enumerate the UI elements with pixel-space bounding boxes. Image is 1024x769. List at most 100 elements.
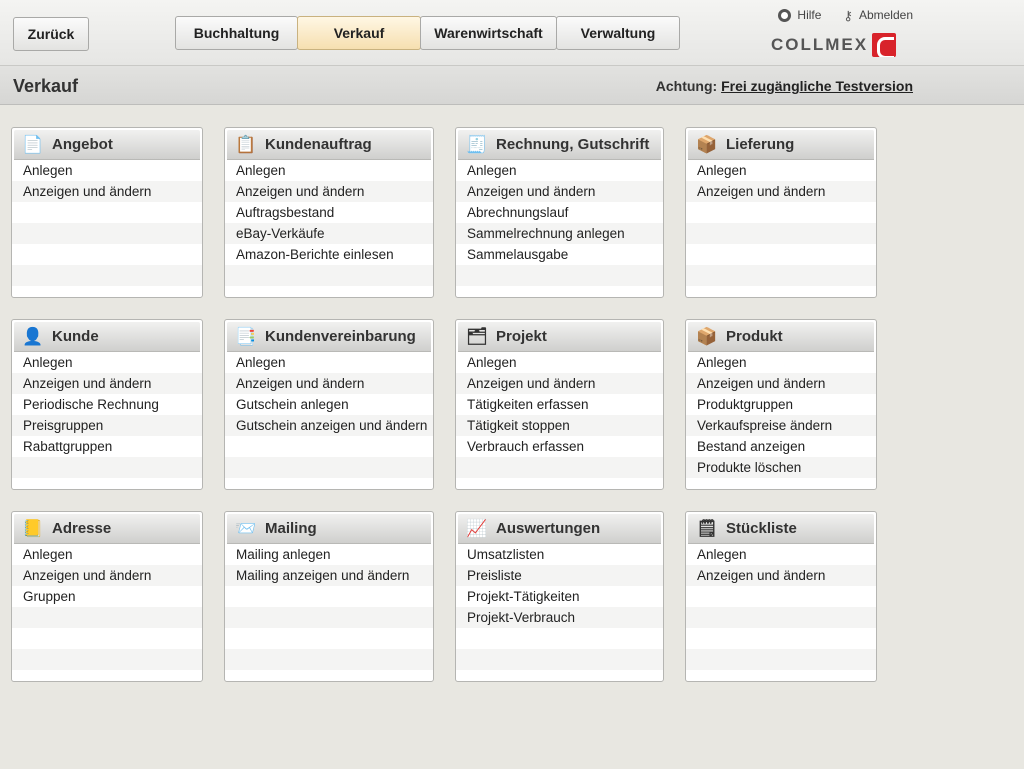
menu-item[interactable]: Gruppen — [12, 586, 202, 607]
clipboard-icon: 📋 — [235, 135, 257, 154]
card-header: 🗒 Stückliste — [688, 514, 874, 544]
card-produkt: 📦 Produkt Anlegen Anzeigen und ändern Produk… — [685, 319, 877, 490]
menu-item[interactable]: Sammelrechnung anlegen — [456, 223, 663, 244]
menu-item[interactable]: Anlegen — [686, 544, 876, 565]
menu-item[interactable]: Produkte löschen — [686, 457, 876, 478]
menu-item[interactable]: Umsatzlisten — [456, 544, 663, 565]
card-header: 🗂 Projekt — [458, 322, 661, 352]
card-projekt: 🗂 Projekt Anlegen Anzeigen und ändern Tätigk… — [455, 319, 664, 490]
test-version-link[interactable]: Frei zugängliche Testversion — [721, 78, 913, 94]
person-icon: 👤 — [22, 327, 44, 346]
card-auswertungen: 📈 Auswertungen Umsatzlisten Preisliste Proje… — [455, 511, 664, 682]
menu-item[interactable]: Anzeigen und ändern — [12, 181, 202, 202]
menu-item[interactable]: Periodische Rechnung — [12, 394, 202, 415]
top-navigation-bar: Zurück Buchhaltung Verkauf Warenwirtscha… — [0, 0, 1024, 66]
menu-item[interactable]: Anzeigen und ändern — [225, 373, 433, 394]
logout-link[interactable]: ⚷ Abmelden — [843, 8, 913, 22]
card-title: Stückliste — [726, 520, 797, 537]
menu-item[interactable]: Verkaufspreise ändern — [686, 415, 876, 436]
card-stückliste: 🗒 Stückliste Anlegen Anzeigen und ändern — [685, 511, 877, 682]
back-button[interactable]: Zurück — [13, 17, 89, 51]
empty-row — [225, 586, 433, 607]
menu-item[interactable]: Anlegen — [456, 160, 663, 181]
menu-item[interactable]: Anlegen — [12, 352, 202, 373]
menu-item[interactable]: Bestand anzeigen — [686, 436, 876, 457]
empty-row — [12, 265, 202, 286]
menu-item[interactable]: Anlegen — [686, 352, 876, 373]
menu-item[interactable]: Anzeigen und ändern — [12, 373, 202, 394]
menu-item[interactable]: Produktgruppen — [686, 394, 876, 415]
empty-row — [456, 265, 663, 286]
menu-item[interactable]: Preisgruppen — [12, 415, 202, 436]
menu-item[interactable]: Anlegen — [456, 352, 663, 373]
parts-list-icon: 🗒 — [696, 519, 718, 538]
menu-item[interactable]: Anzeigen und ändern — [686, 181, 876, 202]
menu-item[interactable]: Rabattgruppen — [12, 436, 202, 457]
empty-row — [225, 436, 433, 457]
card-menu: Umsatzlisten Preisliste Projekt-Tätigkeite… — [456, 544, 663, 670]
menu-item[interactable]: Projekt-Tätigkeiten — [456, 586, 663, 607]
menu-item[interactable]: Anlegen — [225, 160, 433, 181]
card-header: 📋 Kundenauftrag — [227, 130, 431, 160]
menu-item[interactable]: Mailing anlegen — [225, 544, 433, 565]
menu-item[interactable]: Anzeigen und ändern — [456, 373, 663, 394]
menu-item[interactable]: Gutschein anzeigen und ändern — [225, 415, 433, 436]
agreement-icon: 📑 — [235, 327, 257, 346]
menu-item[interactable]: Anlegen — [12, 544, 202, 565]
menu-item[interactable]: Anzeigen und ändern — [12, 565, 202, 586]
menu-item[interactable]: Amazon-Berichte einlesen — [225, 244, 433, 265]
card-title: Kunde — [52, 328, 99, 345]
section-header: Verkauf Achtung: Frei zugängliche Testve… — [0, 66, 1024, 105]
card-title: Mailing — [265, 520, 317, 537]
menu-item[interactable]: Anzeigen und ändern — [456, 181, 663, 202]
help-link[interactable]: Hilfe — [778, 8, 821, 22]
logo-mark-icon — [872, 33, 897, 57]
tab-buchhaltung[interactable]: Buchhaltung — [175, 16, 298, 50]
card-menu: Anlegen Anzeigen und ändern — [12, 160, 202, 286]
menu-item[interactable]: Anzeigen und ändern — [686, 565, 876, 586]
menu-item[interactable]: Mailing anzeigen und ändern — [225, 565, 433, 586]
card-menu: Anlegen Anzeigen und ändern Gruppen — [12, 544, 202, 670]
empty-row — [686, 649, 876, 670]
key-icon: ⚷ — [843, 7, 853, 23]
menu-item[interactable]: Tätigkeiten erfassen — [456, 394, 663, 415]
menu-item[interactable]: Sammelausgabe — [456, 244, 663, 265]
menu-item[interactable]: Gutschein anlegen — [225, 394, 433, 415]
card-menu: Anlegen Anzeigen und ändern Periodische Re… — [12, 352, 202, 478]
tab-warenwirtschaft[interactable]: Warenwirtschaft — [420, 16, 557, 50]
menu-item[interactable]: Anlegen — [12, 160, 202, 181]
empty-row — [686, 265, 876, 286]
empty-row — [686, 586, 876, 607]
menu-item[interactable]: Abrechnungslauf — [456, 202, 663, 223]
notice-prefix: Achtung: — [655, 78, 718, 94]
card-kundenauftrag: 📋 Kundenauftrag Anlegen Anzeigen und ändern… — [224, 127, 434, 298]
tab-verkauf[interactable]: Verkauf — [297, 16, 421, 50]
box-icon: 📦 — [696, 327, 718, 346]
menu-item[interactable]: Auftragsbestand — [225, 202, 433, 223]
menu-item[interactable]: Verbrauch erfassen — [456, 436, 663, 457]
menu-item[interactable]: Anzeigen und ändern — [225, 181, 433, 202]
card-kundenvereinbarung: 📑 Kundenvereinbarung Anlegen Anzeigen und ä… — [224, 319, 434, 490]
card-header: 📒 Adresse — [14, 514, 200, 544]
card-menu: Anlegen Anzeigen und ändern Auftragsbestan… — [225, 160, 433, 286]
empty-row — [225, 649, 433, 670]
card-header: 📦 Lieferung — [688, 130, 874, 160]
empty-row — [12, 244, 202, 265]
card-header: 🧾 Rechnung, Gutschrift — [458, 130, 661, 160]
empty-row — [456, 628, 663, 649]
empty-row — [456, 649, 663, 670]
card-title: Rechnung, Gutschrift — [496, 136, 650, 153]
card-mailing: 📨 Mailing Mailing anlegen Mailing anzeigen … — [224, 511, 434, 682]
card-title: Auswertungen — [496, 520, 601, 537]
menu-item[interactable]: Projekt-Verbrauch — [456, 607, 663, 628]
menu-item[interactable]: Anzeigen und ändern — [686, 373, 876, 394]
address-book-icon: 📒 — [22, 519, 44, 538]
menu-item[interactable]: Anlegen — [686, 160, 876, 181]
mailing-icon: 📨 — [235, 519, 257, 538]
menu-item[interactable]: Preisliste — [456, 565, 663, 586]
menu-item[interactable]: Tätigkeit stoppen — [456, 415, 663, 436]
menu-item[interactable]: eBay-Verkäufe — [225, 223, 433, 244]
menu-item[interactable]: Anlegen — [225, 352, 433, 373]
test-version-notice: Achtung: Frei zugängliche Testversion — [656, 78, 913, 94]
tab-verwaltung[interactable]: Verwaltung — [556, 16, 680, 50]
